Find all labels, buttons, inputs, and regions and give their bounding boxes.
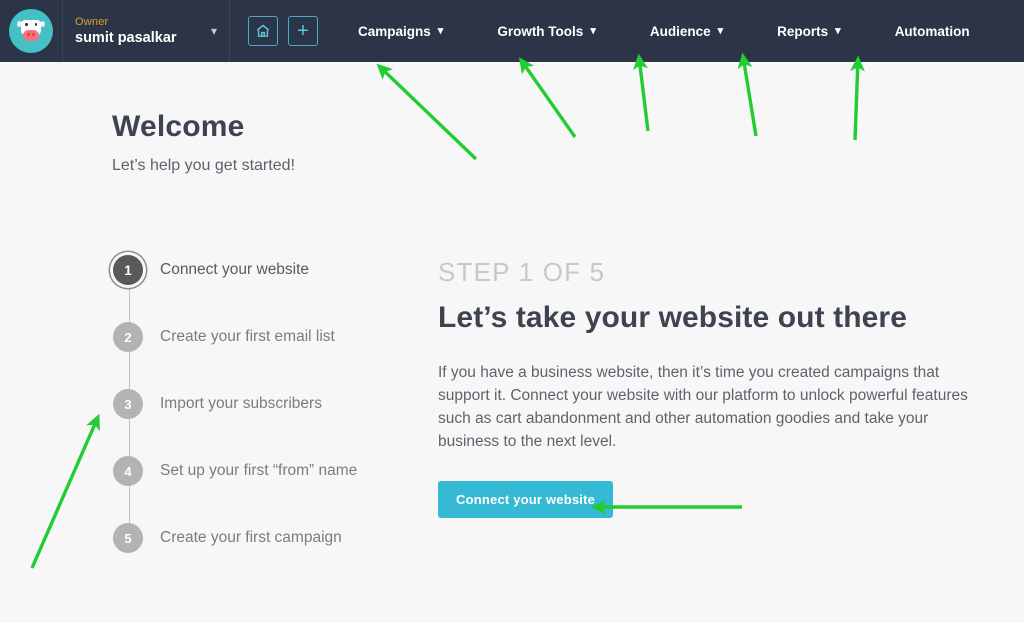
nav-label: Automation: [894, 23, 970, 39]
step-number-badge: 2: [113, 322, 143, 352]
page-subtitle: Let’s help you get started!: [112, 157, 295, 174]
top-navigation-bar: Owner sumit pasalkar ▾ + Campaigns ▾ Gro…: [0, 0, 1024, 62]
step-number-badge: 4: [113, 456, 143, 486]
nav-label: Campaigns: [358, 23, 431, 39]
nav-label: Reports: [777, 23, 829, 39]
add-button[interactable]: +: [288, 16, 318, 46]
step-item-2[interactable]: 2 Create your first email list: [113, 319, 413, 355]
home-button[interactable]: [248, 16, 278, 46]
step-label: Connect your website: [160, 261, 310, 278]
arrow-to-step-list: [30, 413, 100, 569]
page-title: Welcome: [112, 110, 245, 143]
chevron-down-icon: ▾: [835, 24, 841, 37]
onboarding-step-list: 1 Connect your website 2 Create your fir…: [113, 252, 413, 556]
nav-label: Growth Tools: [497, 23, 584, 39]
nav-label: Audience: [649, 23, 711, 39]
step-label: Create your first campaign: [160, 529, 342, 546]
chevron-down-icon: ▾: [437, 24, 444, 37]
step-label: Import your subscribers: [160, 395, 322, 412]
quick-action-buttons: +: [248, 16, 318, 46]
step-heading: Let’s take your website out there: [438, 301, 907, 334]
connect-your-website-button[interactable]: Connect your website: [438, 481, 614, 518]
nav-item-campaigns[interactable]: Campaigns ▾: [358, 24, 443, 39]
step-number-badge: 5: [113, 523, 143, 553]
chevron-down-icon: ▾: [210, 24, 217, 38]
step-detail-panel: STEP 1 OF 5 Let’s take your website out …: [438, 255, 998, 518]
chevron-down-icon: ▾: [590, 24, 596, 37]
main-menu: Campaigns ▾ Growth Tools ▾ Audience ▾ Re…: [358, 0, 970, 62]
arrow-to-reports: [737, 52, 758, 137]
arrow-to-campaigns: [376, 63, 478, 161]
step-counter-label: STEP 1 OF 5: [438, 257, 606, 287]
home-icon: [255, 23, 271, 39]
step-item-4[interactable]: 4 Set up your first “from” name: [113, 453, 413, 489]
account-name-label: sumit pasalkar: [75, 30, 177, 46]
nav-item-audience[interactable]: Audience ▾: [650, 24, 723, 39]
step-label: Create your first email list: [160, 328, 335, 345]
nav-item-automation[interactable]: Automation: [895, 24, 970, 39]
arrow-to-audience: [633, 53, 650, 132]
chevron-down-icon: ▾: [717, 24, 724, 37]
step-item-3[interactable]: 3 Import your subscribers: [113, 386, 413, 422]
step-item-1[interactable]: 1 Connect your website: [113, 252, 413, 288]
step-description: If you have a business website, then it’…: [438, 364, 968, 450]
avatar[interactable]: [0, 0, 62, 62]
plus-icon: +: [297, 20, 309, 42]
step-label: Set up your first “from” name: [160, 462, 358, 479]
app-root: Owner sumit pasalkar ▾ + Campaigns ▾ Gro…: [0, 0, 1024, 623]
arrow-to-automation: [850, 55, 866, 141]
nav-item-growth-tools[interactable]: Growth Tools ▾: [497, 24, 596, 39]
cow-avatar-icon: [9, 9, 53, 53]
step-number-badge: 1: [113, 255, 143, 285]
step-item-5[interactable]: 5 Create your first campaign: [113, 520, 413, 556]
nav-item-reports[interactable]: Reports ▾: [777, 24, 841, 39]
account-role-label: Owner: [75, 16, 109, 28]
arrow-to-growth-tools: [519, 57, 577, 138]
step-number-badge: 3: [113, 389, 143, 419]
account-switcher[interactable]: Owner sumit pasalkar ▾: [62, 0, 230, 62]
